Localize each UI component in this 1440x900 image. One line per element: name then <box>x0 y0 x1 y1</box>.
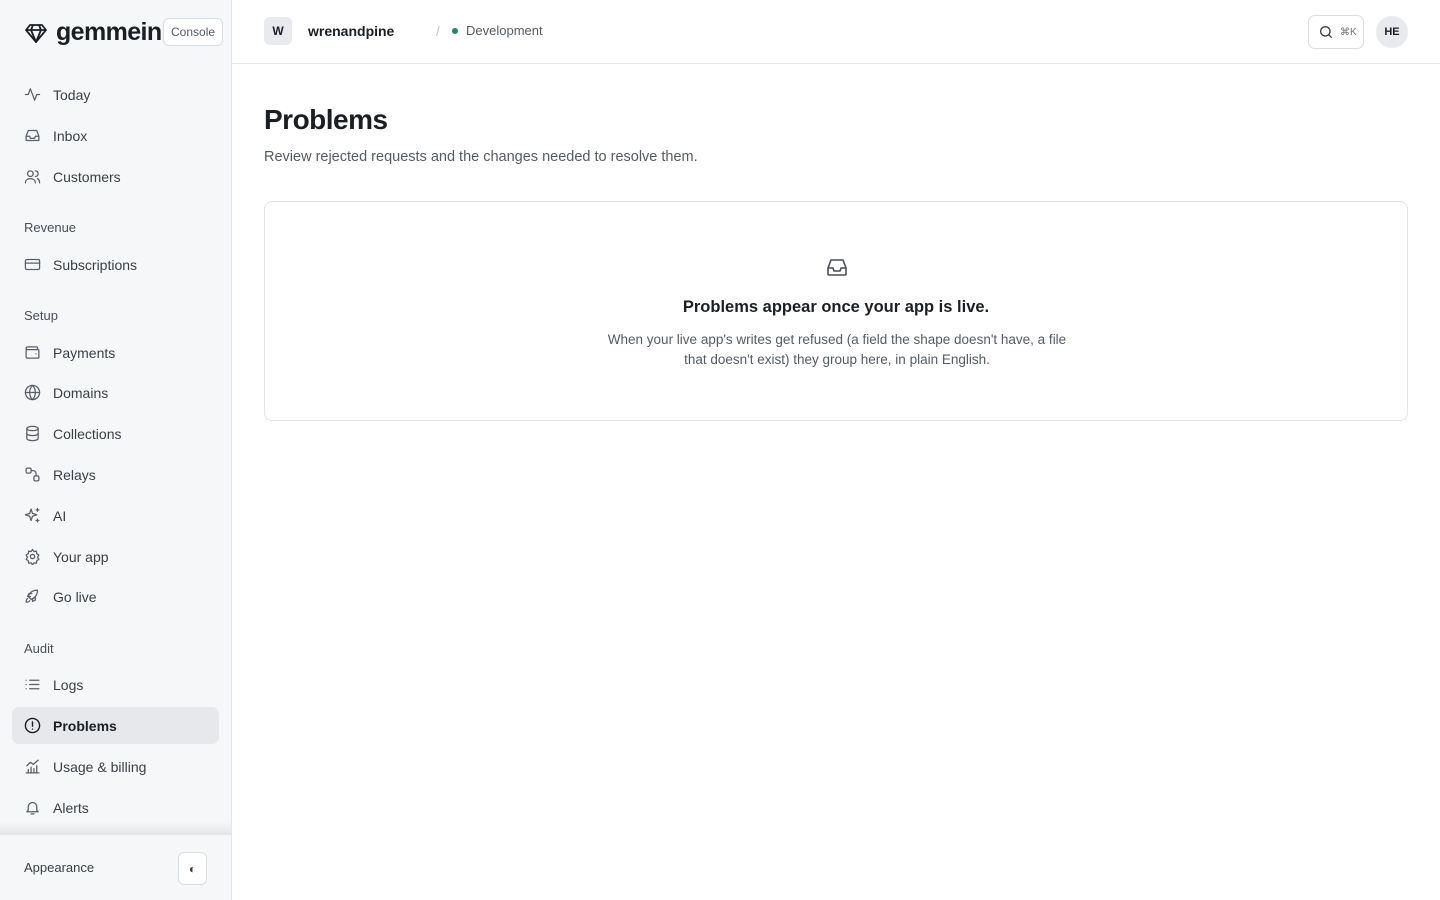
sidebar-item-domains[interactable]: Domains <box>12 374 219 411</box>
empty-state-card: Problems appear once your app is live. W… <box>264 201 1408 421</box>
sidebar-item-relays[interactable]: Relays <box>12 456 219 493</box>
sidebar-item-label: Usage & billing <box>53 758 147 775</box>
database-icon <box>26 425 39 442</box>
sidebar-item-label: Subscriptions <box>53 256 138 273</box>
environment-switcher[interactable]: Development <box>452 23 543 38</box>
search-icon <box>1320 26 1332 38</box>
brand-name: gemmein <box>56 18 162 46</box>
appearance-label: Appearance <box>24 860 95 875</box>
sidebar-item-label: Today <box>53 86 91 103</box>
search-shortcut: ⌘K <box>1340 26 1357 38</box>
sidebar-item-label: Customers <box>53 168 121 185</box>
sidebar-item-today[interactable]: Today <box>12 76 219 113</box>
sidebar: gemmein Console Today Inbox Customers Re… <box>0 0 232 900</box>
workspace-name[interactable]: wrenandpine <box>308 23 394 39</box>
wallet-icon <box>25 346 40 359</box>
sidebar-item-collections[interactable]: Collections <box>12 415 219 452</box>
sidebar-item-label: Relays <box>53 466 96 483</box>
sidebar-item-label: Alerts <box>53 799 89 816</box>
sidebar-item-alerts[interactable]: Alerts <box>12 789 219 826</box>
breadcrumb-separator: / <box>436 23 440 39</box>
activity-icon <box>24 88 41 101</box>
sidebar-item-payments[interactable]: Payments <box>12 334 219 371</box>
sidebar-item-label: Inbox <box>53 127 88 144</box>
page-subtitle: Review rejected requests and the changes… <box>264 149 698 165</box>
sidebar-item-label: AI <box>53 507 67 524</box>
sidebar-item-label: Payments <box>53 344 116 361</box>
environment-label: Development <box>466 23 543 38</box>
section-label-audit: Audit <box>24 641 54 656</box>
sidebar-footer: Appearance ◐ <box>0 834 231 900</box>
inbox-icon <box>25 129 40 142</box>
empty-state-description: When your live app's writes get refused … <box>607 332 1067 367</box>
search-button[interactable]: ⌘K <box>1308 15 1364 49</box>
sidebar-item-label: Your app <box>53 548 109 565</box>
sidebar-item-label: Logs <box>53 676 84 693</box>
appearance-toggle-button[interactable]: ◐ <box>178 852 207 885</box>
top-bar: W wrenandpine / Development ⌘K HE <box>232 0 1440 64</box>
section-label-setup: Setup <box>24 308 58 323</box>
sidebar-item-go-live[interactable]: Go live <box>12 578 219 615</box>
users-icon <box>24 170 41 184</box>
sidebar-item-label: Domains <box>53 384 109 401</box>
gear-icon <box>25 548 40 565</box>
environment-status-dot <box>452 27 458 34</box>
sidebar-item-label: Problems <box>53 717 117 734</box>
gem-logo-icon <box>25 23 47 43</box>
sidebar-item-subscriptions[interactable]: Subscriptions <box>12 246 219 283</box>
sidebar-item-inbox[interactable]: Inbox <box>12 117 219 154</box>
sidebar-item-your-app[interactable]: Your app <box>12 538 219 575</box>
rocket-icon <box>25 589 39 603</box>
empty-state-title: Problems appear once your app is live. <box>682 298 990 316</box>
sidebar-item-label: Go live <box>53 588 97 605</box>
chart-icon <box>25 759 40 774</box>
bell-icon <box>26 801 39 815</box>
relay-icon <box>25 467 40 482</box>
sidebar-item-customers[interactable]: Customers <box>12 158 219 195</box>
sidebar-item-problems[interactable]: Problems <box>12 707 219 744</box>
workspace-avatar[interactable]: W <box>264 17 292 45</box>
alert-circle-icon <box>24 717 41 734</box>
sidebar-item-usage-billing[interactable]: Usage & billing <box>12 748 219 785</box>
section-label-revenue: Revenue <box>24 220 77 235</box>
page-title: Problems <box>264 104 388 135</box>
sparkles-icon <box>24 507 40 523</box>
sidebar-item-label: Collections <box>53 425 122 442</box>
inbox-icon <box>827 259 847 276</box>
globe-icon <box>24 384 41 401</box>
sidebar-item-logs[interactable]: Logs <box>12 666 219 703</box>
credit-card-icon <box>24 258 41 271</box>
user-avatar[interactable]: HE <box>1376 16 1408 48</box>
brand[interactable]: gemmein <box>24 18 162 47</box>
sidebar-item-ai[interactable]: AI <box>12 497 219 534</box>
contrast-icon: ◐ <box>188 861 197 876</box>
console-badge: Console <box>163 18 224 46</box>
list-icon <box>25 679 40 690</box>
